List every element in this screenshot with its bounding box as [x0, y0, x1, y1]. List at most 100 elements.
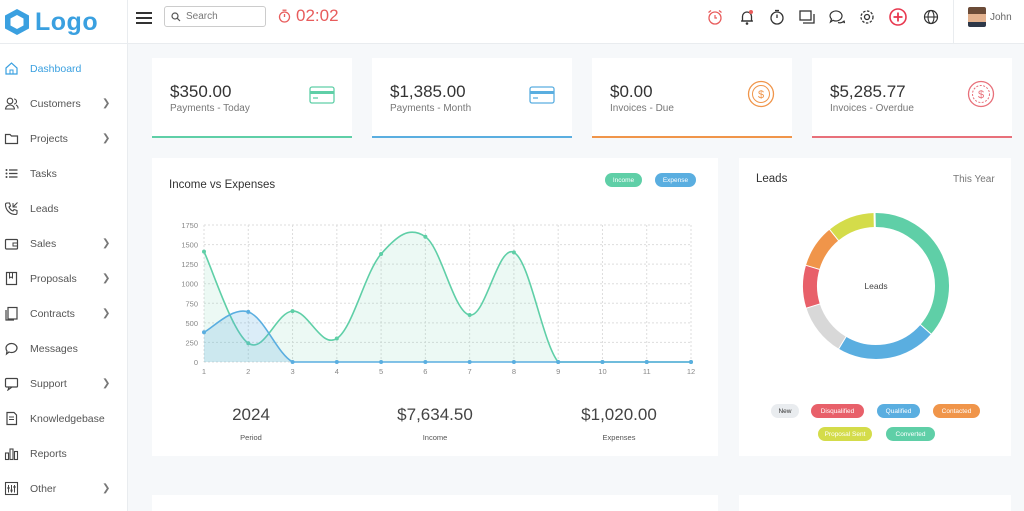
legend-contacted[interactable]: Contacted: [933, 404, 980, 418]
chevron-right-icon: ❯: [102, 308, 111, 319]
user-menu[interactable]: John: [968, 7, 1012, 27]
bookmark-icon: [5, 271, 18, 286]
timer[interactable]: 02:02: [278, 6, 339, 26]
stat-card[interactable]: $1,385.00 Payments - Month: [372, 58, 572, 138]
support-icon: [4, 377, 19, 391]
search-input[interactable]: [186, 11, 256, 22]
y-tick-label: 0: [194, 358, 198, 367]
sidebar-item-projects[interactable]: Projects ❯: [0, 121, 127, 156]
summary-label: Income: [422, 433, 448, 442]
sidebar-item-tasks[interactable]: Tasks: [0, 156, 127, 191]
sidebar: Dashboard Customers ❯ Projects ❯ Tasks Leads Sa…: [0, 44, 128, 511]
legend-new[interactable]: New: [771, 404, 799, 418]
x-tick-label: 3: [290, 367, 294, 376]
logo[interactable]: Logo: [0, 0, 128, 44]
stat-accent-bar: [592, 136, 792, 138]
stat-label: Invoices - Overdue: [830, 103, 914, 114]
sidebar-item-leads[interactable]: Leads: [0, 191, 127, 226]
gear-icon[interactable]: [858, 8, 876, 26]
stat-accent-bar: [152, 136, 352, 138]
income-point: [511, 250, 516, 255]
x-tick-label: 8: [512, 367, 516, 376]
expense-point: [423, 360, 428, 364]
sidebar-item-label: Leads: [30, 202, 59, 215]
summary-label: Expenses: [602, 433, 636, 442]
x-tick-label: 10: [598, 367, 606, 376]
sidebar-item-contracts[interactable]: Contracts ❯: [0, 296, 127, 331]
stat-value: $350.00: [170, 82, 232, 101]
add-circle-icon[interactable]: [888, 7, 908, 27]
home-icon: [5, 62, 18, 75]
bell-icon[interactable]: [738, 8, 756, 26]
donut-slice-converted[interactable]: [874, 213, 949, 335]
wallet-icon: [4, 238, 19, 250]
expense-point: [689, 360, 693, 364]
expense-point: [644, 360, 649, 364]
donut-slice-new[interactable]: [806, 303, 846, 349]
bottom-card-right: [739, 495, 1011, 511]
summary-value: 2024: [232, 405, 270, 424]
sidebar-item-sales[interactable]: Sales ❯: [0, 226, 127, 261]
message-icon: [5, 342, 18, 356]
x-tick-label: 1: [202, 367, 206, 376]
stat-card[interactable]: $0.00 Invoices - Due $: [592, 58, 792, 138]
donut-slice-disqualified[interactable]: [803, 264, 820, 308]
leads-donut-chart: Leads: [803, 211, 949, 359]
windows-icon[interactable]: [798, 8, 816, 26]
stat-value: $5,285.77: [830, 82, 906, 101]
search-box[interactable]: [164, 6, 266, 27]
sidebar-item-label: Projects: [30, 132, 68, 145]
globe-icon[interactable]: [922, 8, 940, 26]
sidebar-item-messages[interactable]: Messages: [0, 331, 127, 366]
stopwatch-icon[interactable]: [768, 8, 786, 26]
header-divider: [953, 0, 954, 44]
chevron-right-icon: ❯: [102, 98, 111, 109]
income-point: [290, 309, 295, 314]
donut-slice-qualified[interactable]: [838, 324, 931, 359]
chat-icon[interactable]: [828, 8, 846, 26]
income-point: [379, 251, 384, 256]
top-header: Logo 02:02 John: [0, 0, 1024, 44]
sidebar-item-customers[interactable]: Customers ❯: [0, 86, 127, 121]
book-icon: [6, 411, 18, 426]
sidebar-item-support[interactable]: Support ❯: [0, 366, 127, 401]
stat-label: Payments - Month: [390, 103, 472, 114]
donut-slice-contacted[interactable]: [806, 229, 840, 270]
sidebar-item-reports[interactable]: Reports: [0, 436, 127, 471]
sidebar-item-proposals[interactable]: Proposals ❯: [0, 261, 127, 296]
stat-card[interactable]: $5,285.77 Invoices - Overdue $: [812, 58, 1012, 138]
legend-disqualified[interactable]: Disqualified: [811, 404, 864, 418]
stopwatch-icon: [278, 9, 291, 23]
chevron-right-icon: ❯: [102, 238, 111, 249]
income-point: [467, 313, 472, 318]
expense-point: [290, 360, 295, 364]
sidebar-item-label: Customers: [30, 97, 81, 110]
sidebar-item-label: Proposals: [30, 272, 77, 285]
legend-proposal-sent[interactable]: Proposal Sent: [818, 427, 872, 441]
x-tick-label: 7: [468, 367, 472, 376]
menu-toggle-icon[interactable]: [136, 10, 152, 26]
sliders-icon: [4, 481, 19, 496]
sidebar-item-label: Contracts: [30, 307, 75, 320]
x-tick-label: 12: [687, 367, 695, 376]
legend-converted[interactable]: Converted: [886, 427, 935, 441]
sidebar-item-label: Other: [30, 482, 57, 495]
alarm-clock-icon[interactable]: [706, 8, 724, 26]
sidebar-item-label: Tasks: [30, 167, 57, 180]
user-name: John: [990, 11, 1012, 23]
sidebar-item-knowledgebase[interactable]: Knowledgebase: [0, 401, 127, 436]
stat-card[interactable]: $350.00 Payments - Today: [152, 58, 352, 138]
search-icon: [171, 11, 181, 21]
stat-value: $0.00: [610, 82, 653, 101]
summary-label: Period: [240, 433, 262, 442]
donut-center-label: Leads: [864, 281, 887, 291]
expense-point: [511, 360, 516, 364]
bottom-card-left: [152, 495, 718, 511]
chevron-right-icon: ❯: [102, 483, 111, 494]
leads-card: Leads This Year Leads New Disqualified Qua…: [739, 158, 1011, 456]
donut-slice-proposal-sent[interactable]: [830, 213, 876, 241]
legend-qualified[interactable]: Qualified: [877, 404, 920, 418]
folder-icon: [4, 133, 19, 145]
sidebar-item-dashboard[interactable]: Dashboard: [0, 51, 127, 86]
sidebar-item-other[interactable]: Other ❯: [0, 471, 127, 506]
